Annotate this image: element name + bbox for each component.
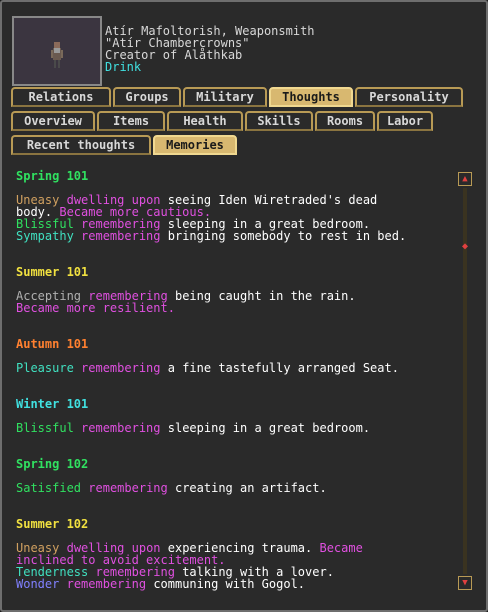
tab-memories[interactable]: Memories xyxy=(153,135,237,155)
memory-line: Became more resilient. xyxy=(16,302,175,314)
season-heading: Summer 102 xyxy=(16,517,89,531)
memory-verb: remembering xyxy=(66,577,147,591)
memory-line: Wonder remembering communing with Gogol. xyxy=(16,578,305,590)
memory-line: Sympathy remembering bringing somebody t… xyxy=(16,230,406,242)
memory-line: Satisfied remembering creating an artifa… xyxy=(16,482,327,494)
season-heading: Autumn 101 xyxy=(16,337,89,351)
emotion-label: Sympathy xyxy=(16,229,74,243)
memory-line: Pleasure remembering a fine tastefully a… xyxy=(16,362,399,374)
memories-scrollbar[interactable]: ▲ ◆ ▼ xyxy=(458,172,472,590)
tab-overview[interactable]: Overview xyxy=(11,111,95,131)
scroll-down-icon[interactable]: ▼ xyxy=(458,576,472,590)
memory-verb: remembering xyxy=(81,229,161,243)
unit-status: Drink xyxy=(105,60,142,74)
tab-recent-thoughts[interactable]: Recent thoughts xyxy=(11,135,151,155)
personality-change: Became xyxy=(319,541,363,555)
memory-text: bringing somebody to rest in bed. xyxy=(167,229,407,243)
tab-skills[interactable]: Skills xyxy=(245,111,313,131)
tab-labor[interactable]: Labor xyxy=(377,111,433,131)
memory-text: communing with Gogol. xyxy=(153,577,306,591)
emotion-label: Pleasure xyxy=(16,361,74,375)
tab-personality[interactable]: Personality xyxy=(355,87,463,107)
season-heading: Spring 101 xyxy=(16,169,89,183)
memory-text: a fine tastefully arranged Seat. xyxy=(167,361,399,375)
memory-text: sleeping in a great bedroom. xyxy=(167,421,371,435)
unit-window: Atír Mafoltorish, Weaponsmith "Atír Cham… xyxy=(0,0,488,612)
scroll-up-icon[interactable]: ▲ xyxy=(458,172,472,186)
season-heading: Spring 102 xyxy=(16,457,89,471)
season-heading: Summer 101 xyxy=(16,265,89,279)
memory-text: creating an artifact. xyxy=(174,481,327,495)
tab-rooms[interactable]: Rooms xyxy=(315,111,375,131)
tab-military[interactable]: Military xyxy=(183,87,267,107)
emotion-label: Satisfied xyxy=(16,481,82,495)
season-heading: Winter 101 xyxy=(16,397,89,411)
dwarf-sprite-icon xyxy=(51,42,63,68)
memory-verb: remembering xyxy=(81,421,161,435)
tab-items[interactable]: Items xyxy=(97,111,165,131)
tab-relations[interactable]: Relations xyxy=(11,87,111,107)
personality-change: Became more resilient. xyxy=(16,301,175,315)
tab-health[interactable]: Health xyxy=(167,111,243,131)
tab-groups[interactable]: Groups xyxy=(113,87,181,107)
emotion-label: Blissful xyxy=(16,421,74,435)
memory-verb: remembering xyxy=(88,481,168,495)
memory-verb: remembering xyxy=(81,361,161,375)
memory-text: being caught in the rain. xyxy=(174,289,356,303)
tab-thoughts[interactable]: Thoughts xyxy=(269,87,353,107)
memory-line: Blissful remembering sleeping in a great… xyxy=(16,422,370,434)
unit-portrait[interactable] xyxy=(12,16,102,86)
scroll-thumb-icon[interactable]: ◆ xyxy=(460,240,470,254)
emotion-label: Wonder xyxy=(16,577,60,591)
